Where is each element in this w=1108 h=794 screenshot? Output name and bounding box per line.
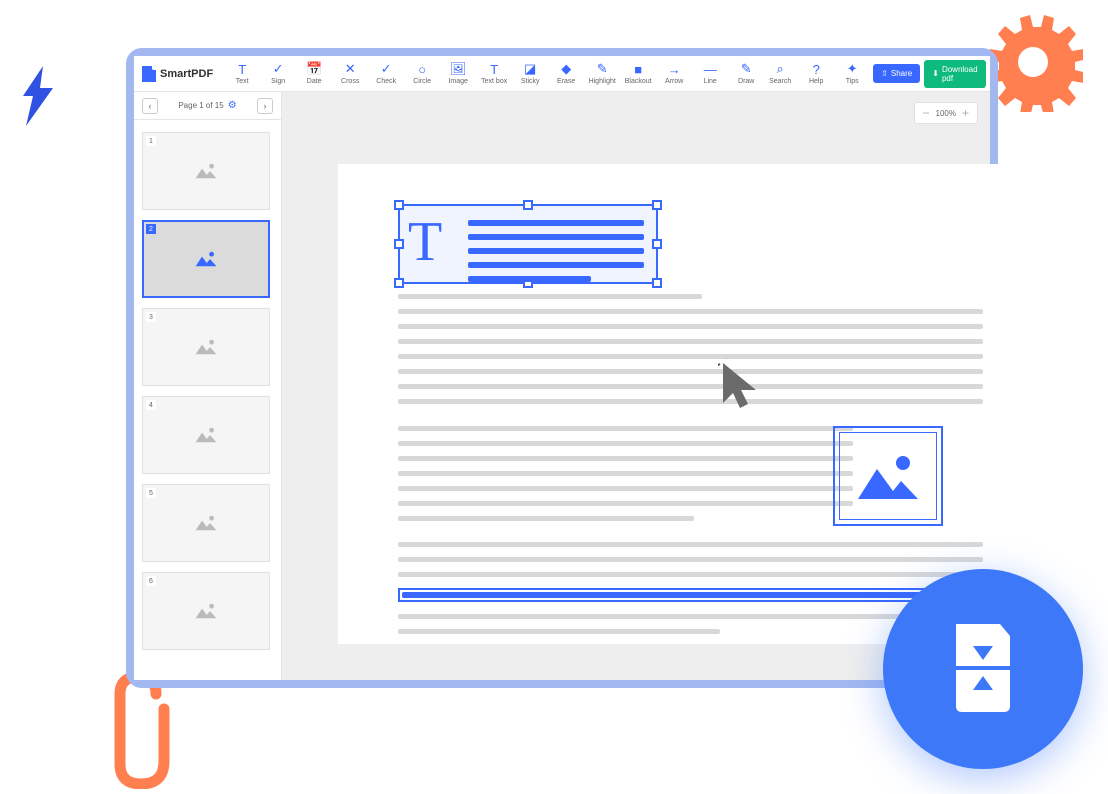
text-block-selected[interactable]: T [398,204,658,284]
app-logo: SmartPDF [142,66,213,82]
cursor-icon [718,358,768,423]
resize-handle-sw[interactable] [394,278,404,288]
resize-handle-nw[interactable] [394,200,404,210]
sticky-icon: ◪ [524,62,536,76]
share-icon: ⇧ [881,69,888,78]
thumb-number: 5 [146,488,156,498]
text-lines [468,220,644,290]
thumb-number: 2 [146,224,156,234]
text box-icon: T [490,62,498,76]
tool-image[interactable]: 🖼Image [441,62,475,85]
tool-search[interactable]: ⌕Search [763,62,797,85]
download-icon: ⬇ [932,69,939,78]
text-glyph: T [408,214,442,270]
resize-handle-e[interactable] [652,239,662,249]
thumbnail-5[interactable]: 5 [142,484,273,562]
paragraph-1 [398,294,983,414]
circle-icon: ○ [418,62,426,76]
arrow-icon: → [668,62,681,76]
thumb-image [142,132,270,210]
date-icon: 📅 [306,62,322,76]
zoom-value: 100% [936,109,956,118]
decoration-gear [983,12,1083,112]
tool-help[interactable]: ?Help [799,62,833,85]
zoom-control: − 100% + [914,102,979,124]
decoration-bolt [18,66,58,126]
zoom-in-button[interactable]: + [962,106,969,120]
next-page-button[interactable]: › [257,98,273,114]
tool-check[interactable]: ✓Check [369,62,403,85]
tool-erase[interactable]: ◆Erase [549,62,583,85]
paragraph-3 [398,542,983,587]
tool-text[interactable]: TText [225,62,259,85]
decoration-circle [883,569,1083,769]
download-button[interactable]: ⬇ Download pdf [924,60,985,88]
resize-handle-se[interactable] [652,278,662,288]
toolbar: SmartPDF TText✓Sign📅Date✕Cross✓Check○Cir… [134,56,990,92]
cross-icon: ✕ [345,62,356,76]
zoom-out-button[interactable]: − [923,106,930,120]
tool-line[interactable]: —Line [693,62,727,85]
resize-handle-n[interactable] [523,200,533,210]
sidebar: ‹ Page 1 of 15 ⚙ › 1 2 3 4 5 6 [134,92,282,680]
highlight-icon: ✎ [597,62,608,76]
page-navigation: ‹ Page 1 of 15 ⚙ › [134,92,281,120]
line-icon: — [704,62,717,76]
thumb-image [142,308,270,386]
thumbnail-2[interactable]: 2 [142,220,273,298]
tool-sign[interactable]: ✓Sign [261,62,295,85]
resize-handle-ne[interactable] [652,200,662,210]
tool-draw[interactable]: ✎Draw [729,62,763,85]
paragraph-2 [398,426,853,531]
selection-bar[interactable] [398,588,983,602]
image-placeholder[interactable] [833,426,943,526]
thumbnail-6[interactable]: 6 [142,572,273,650]
erase-icon: ◆ [561,62,571,76]
app-name: SmartPDF [160,68,213,80]
document-page[interactable]: T [338,164,1003,644]
canvas: − 100% + T [282,92,990,680]
image-icon: 🖼 [450,62,467,76]
thumb-image [142,572,270,650]
tool-highlight[interactable]: ✎Highlight [585,62,619,85]
check-icon: ✓ [381,62,392,76]
logo-icon [142,66,156,82]
tips-icon: ✦ [847,62,858,76]
tool-sticky[interactable]: ◪Sticky [513,62,547,85]
draw-icon: ✎ [741,62,752,76]
thumbnail-4[interactable]: 4 [142,396,273,474]
search-icon: ⌕ [777,62,784,76]
text-icon: T [238,62,246,76]
tool-circle[interactable]: ○Circle [405,62,439,85]
thumbnails: 1 2 3 4 5 6 [134,120,281,680]
thumb-number: 1 [146,136,156,146]
tool-blackout[interactable]: ■Blackout [621,62,655,85]
page-info: Page 1 of 15 [178,101,223,110]
gear-icon[interactable]: ⚙ [228,100,237,111]
thumb-image [142,220,270,298]
thumbnail-1[interactable]: 1 [142,132,273,210]
blackout-icon: ■ [634,62,642,76]
thumbnail-3[interactable]: 3 [142,308,273,386]
tool-cross[interactable]: ✕Cross [333,62,367,85]
tool-date[interactable]: 📅Date [297,62,331,85]
prev-page-button[interactable]: ‹ [142,98,158,114]
thumb-number: 3 [146,312,156,322]
resize-handle-w[interactable] [394,239,404,249]
app-window: SmartPDF TText✓Sign📅Date✕Cross✓Check○Cir… [126,48,998,688]
thumb-image [142,484,270,562]
share-button[interactable]: ⇧ Share [873,64,920,83]
thumb-number: 4 [146,400,156,410]
tool-tips[interactable]: ✦Tips [835,62,869,85]
thumb-number: 6 [146,576,156,586]
tool-arrow[interactable]: →Arrow [657,62,691,85]
thumb-image [142,396,270,474]
sign-icon: ✓ [273,62,284,76]
help-icon: ? [813,62,820,76]
tool-text-box[interactable]: TText box [477,62,511,85]
